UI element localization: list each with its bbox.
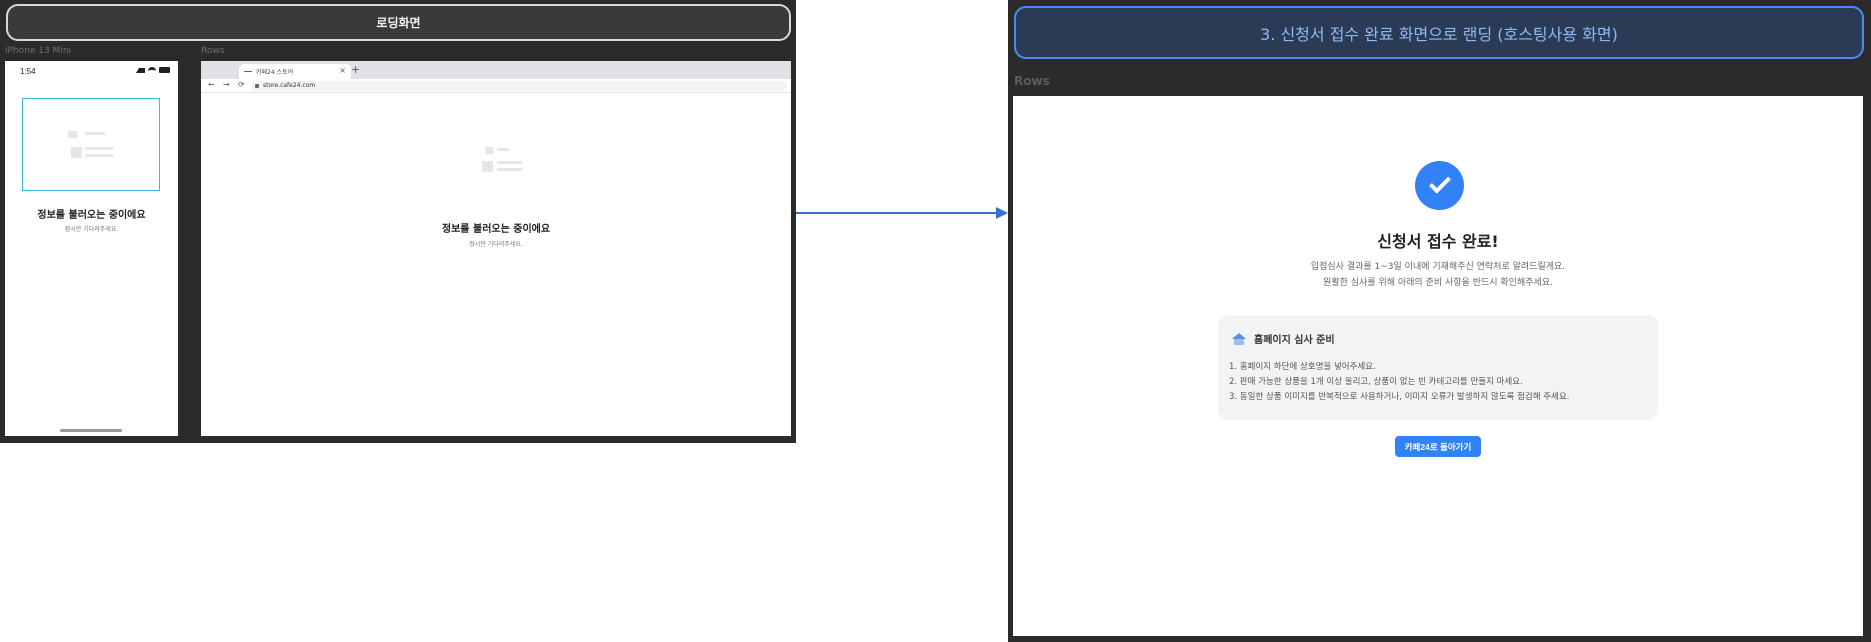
skeleton-placeholder: [477, 147, 522, 177]
phone-mockup: 1:54 정보를 불러오는 중이에요 잠시만 기다려주세요.: [5, 61, 178, 436]
skeleton-block: [485, 147, 493, 154]
completion-message-line-2: 원활한 심사를 위해 아래의 준비 사항을 반드시 확인해주세요.: [1323, 278, 1553, 288]
browser-tab[interactable]: 카페24 스토어 ×: [239, 64, 351, 79]
guide-header: 홈페이지 심사 준비: [1232, 331, 1335, 346]
browser-loading-title: 정보를 불러오는 중이에요: [441, 224, 551, 235]
close-icon[interactable]: ×: [339, 66, 346, 75]
guide-item: 1. 홈페이지 하단에 상호명을 넣어주세요.: [1229, 362, 1376, 372]
status-icons: [136, 67, 170, 73]
skeleton-line: [497, 148, 509, 151]
completion-title: 신청서 접수 완료!: [1377, 232, 1499, 251]
completion-page: 신청서 접수 완료! 입점심사 결과를 1~3일 이내에 기재해주신 연락처로 …: [1013, 96, 1863, 636]
browser-nav-bar: ← → ⟳ store.cafe24.com: [201, 79, 791, 93]
loading-board: 로딩화면 iPhone 13 Mini Rows 1:54 정보를 불러오는 중…: [0, 0, 796, 443]
guide-item: 3. 동일한 상품 이미지를 반복적으로 사용하거나, 이미지 오류가 발생하지…: [1229, 392, 1570, 402]
phone-loading-title: 정보를 불러오는 중이에요: [37, 210, 146, 221]
address-bar[interactable]: store.cafe24.com: [251, 81, 787, 91]
flow-arrow-head-icon: [996, 207, 1008, 219]
check-circle-icon: [1415, 161, 1464, 210]
completion-message-line-1: 입점심사 결과를 1~3일 이내에 기재해주신 연락처로 알려드릴게요.: [1310, 262, 1566, 272]
reload-icon[interactable]: ⟳: [238, 80, 245, 89]
wifi-icon: [148, 67, 156, 73]
skeleton-line: [85, 154, 113, 157]
browser-loading-subtitle: 잠시만 기다려주세요.: [469, 241, 523, 248]
completion-board: 3. 신청서 접수 완료 화면으로 랜딩 (호스팅사용 화면) Rows 신청서…: [1008, 0, 1871, 642]
lock-icon: [255, 84, 259, 88]
review-guide-box: 홈페이지 심사 준비 1. 홈페이지 하단에 상호명을 넣어주세요. 2. 판매…: [1218, 315, 1658, 420]
skeleton-card: [22, 98, 160, 191]
phone-frame-label: iPhone 13 Mini: [5, 46, 72, 56]
skeleton-line: [497, 168, 522, 171]
status-time: 1:54: [20, 67, 36, 76]
skeleton-image: [71, 147, 82, 158]
back-to-cafe24-button[interactable]: 카페24로 돌아가기: [1395, 436, 1481, 457]
new-tab-icon[interactable]: +: [351, 63, 360, 76]
forward-arrow-icon[interactable]: →: [223, 80, 230, 89]
skeleton-line: [85, 132, 105, 135]
guide-title: 홈페이지 심사 준비: [1254, 335, 1335, 346]
completion-board-title: 3. 신청서 접수 완료 화면으로 랜딩 (호스팅사용 화면): [1014, 6, 1864, 59]
guide-item: 2. 판매 가능한 상품을 1개 이상 올리고, 상품이 없는 빈 카테고리를 …: [1229, 377, 1523, 387]
skeleton-image: [482, 161, 493, 172]
battery-icon: [159, 67, 170, 73]
flow-arrow-line: [796, 212, 997, 214]
signal-icon: [136, 67, 145, 73]
browser-mockup: 카페24 스토어 × + ← → ⟳ store.cafe24.com 정보를 …: [201, 61, 791, 436]
address-url: store.cafe24.com: [263, 82, 316, 89]
rows-frame-label: Rows: [1014, 74, 1050, 88]
skeleton-block: [68, 131, 77, 138]
browser-tab-bar: 카페24 스토어 × +: [201, 61, 791, 79]
phone-loading-subtitle: 잠시만 기다려주세요.: [64, 226, 119, 233]
skeleton-line: [85, 147, 113, 150]
loading-board-title: 로딩화면: [6, 4, 791, 41]
back-arrow-icon[interactable]: ←: [208, 80, 215, 89]
browser-frame-label: Rows: [201, 46, 225, 56]
skeleton-line: [497, 161, 522, 164]
home-indicator: [60, 429, 122, 432]
browser-tab-title: 카페24 스토어: [256, 69, 294, 76]
favicon-icon: [244, 71, 252, 72]
checkmark-icon: [1428, 171, 1451, 194]
home-icon: [1232, 332, 1246, 345]
